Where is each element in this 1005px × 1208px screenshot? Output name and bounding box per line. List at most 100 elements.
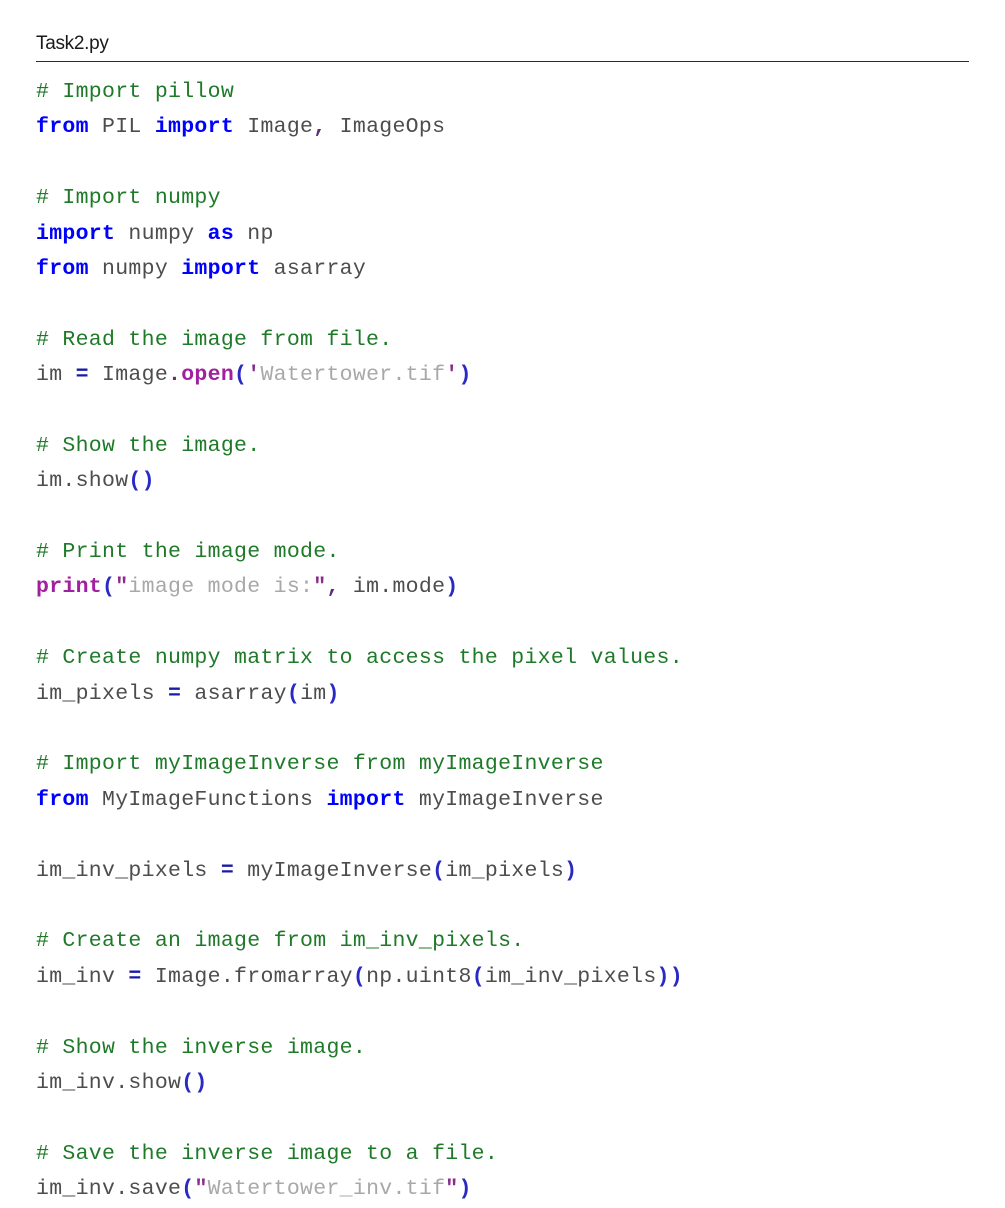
code-token-plain: im xyxy=(36,363,76,388)
code-token-comment: # Show the inverse image. xyxy=(36,1035,367,1060)
code-line: # Create an image from im_inv_pixels. xyxy=(36,924,996,959)
code-token-str: image mode is: xyxy=(128,575,314,600)
page-title: Task2.py xyxy=(36,33,109,54)
code-token-kw: from xyxy=(36,115,89,140)
code-token-kw: as xyxy=(207,221,235,246)
code-line: # Import myImageInverse from myImageInve… xyxy=(36,747,996,782)
code-token-plain: MyImageFunctions xyxy=(88,787,327,812)
code-listing-page: Task2.py # Import pillow from PIL import … xyxy=(0,0,1005,1208)
code-line: im.show() xyxy=(36,464,996,499)
code-token-punct: ( xyxy=(286,681,301,706)
code-token-plain: im_pixels xyxy=(445,858,565,883)
code-line: print("image mode is:", im.mode) xyxy=(36,570,996,605)
code-token-plain: np xyxy=(234,221,274,246)
code-token-plain: PIL xyxy=(88,115,155,140)
code-token-kw: import xyxy=(181,256,261,281)
code-line: # Read the image from file. xyxy=(36,323,996,358)
code-token-punct: ( xyxy=(352,964,367,989)
code-token-str: Watertower_inv.tif xyxy=(207,1177,446,1202)
code-token-punct: ( xyxy=(234,363,248,388)
code-token-plain: im_inv_pixels xyxy=(484,964,657,989)
code-line: im_inv_pixels = myImageInverse(im_pixels… xyxy=(36,854,996,889)
code-token-plain: Image xyxy=(234,115,314,140)
code-token-plain: im_inv xyxy=(36,964,129,989)
code-token-plain: numpy xyxy=(88,256,182,281)
code-token-quote2: , xyxy=(326,575,340,600)
code-token-op: = xyxy=(128,964,142,989)
code-line: from numpy import asarray xyxy=(36,252,996,287)
code-token-punct: )) xyxy=(656,964,683,989)
code-token-quote: ' xyxy=(445,363,459,388)
code-token-plain: Image.fromarray xyxy=(141,964,353,989)
title-divider xyxy=(36,61,969,62)
code-token-kw: from xyxy=(36,256,89,281)
code-token-plain: myImageInverse xyxy=(405,787,604,812)
code-token-comment: # Print the image mode. xyxy=(36,540,340,565)
code-token-dot: . xyxy=(168,363,182,388)
code-line: # Show the image. xyxy=(36,429,996,464)
code-token-plain: myImageInverse xyxy=(234,858,433,883)
code-line: from PIL import Image, ImageOps xyxy=(36,110,996,145)
code-line: im = Image.open('Watertower.tif') xyxy=(36,358,996,393)
code-token-builtin: open xyxy=(181,363,235,388)
code-token-plain: im xyxy=(300,681,327,706)
code-token-comment: # Show the image. xyxy=(36,433,261,458)
code-token-builtin: print xyxy=(36,575,103,600)
code-token-kw: import xyxy=(326,787,406,812)
code-token-plain: numpy xyxy=(115,221,208,246)
code-token-punct: ( xyxy=(181,1177,195,1202)
code-line: from MyImageFunctions import myImageInve… xyxy=(36,783,996,818)
code-token-plain: im_inv.save xyxy=(36,1177,182,1202)
code-line: im_inv.show() xyxy=(36,1066,996,1101)
code-token-punct: () xyxy=(181,1070,208,1095)
code-token-comment: # Import myImageInverse from myImageInve… xyxy=(36,752,604,777)
code-token-punct: ( xyxy=(471,964,485,989)
code-token-kw: import xyxy=(154,115,235,140)
code-token-punct: ) xyxy=(458,1177,472,1202)
code-token-punct: ( xyxy=(432,858,446,883)
code-token-op: = xyxy=(168,681,182,706)
code-token-punct: ) xyxy=(326,681,340,706)
code-line: # Import numpy xyxy=(36,181,996,216)
code-token-op: = xyxy=(220,858,235,883)
code-token-plain: im_inv.show xyxy=(36,1070,182,1095)
code-token-punct: ( xyxy=(102,575,116,600)
code-token-punct: ) xyxy=(564,858,578,883)
code-token-plain: asarray xyxy=(181,681,287,706)
code-token-plain: np.uint8 xyxy=(366,964,472,989)
code-line: im_inv = Image.fromarray(np.uint8(im_inv… xyxy=(36,960,996,995)
code-block[interactable]: # Import pillow from PIL import Image, Im… xyxy=(36,75,996,1208)
code-token-plain: im_pixels xyxy=(36,681,169,706)
code-line: # Import pillow xyxy=(36,75,996,110)
code-token-comment: # Read the image from file. xyxy=(36,327,393,352)
code-token-str: Watertower.tif xyxy=(260,363,446,388)
code-token-quote: " xyxy=(313,575,327,600)
code-line: import numpy as np xyxy=(36,217,996,252)
code-line: # Save the inverse image to a file. xyxy=(36,1137,996,1172)
code-token-comment: # Import numpy xyxy=(36,186,221,211)
code-token-quote: " xyxy=(115,575,129,600)
code-token-plain: im.show xyxy=(36,469,129,494)
code-token-quote2: , xyxy=(313,115,327,140)
document-header: Task2.py xyxy=(36,32,969,62)
code-line: # Create numpy matrix to access the pixe… xyxy=(36,641,996,676)
code-token-punct: ) xyxy=(445,575,459,600)
code-token-kw: from xyxy=(36,787,89,812)
code-token-kw: import xyxy=(36,221,116,246)
code-token-quote: " xyxy=(445,1177,459,1202)
code-line: im_inv.save("Watertower_inv.tif") xyxy=(36,1172,996,1207)
code-token-plain: asarray xyxy=(260,256,367,281)
code-token-comment: # Import pillow xyxy=(36,80,235,104)
code-token-plain: Image xyxy=(88,363,169,388)
code-line: # Print the image mode. xyxy=(36,535,996,570)
code-token-punct: ) xyxy=(458,363,472,388)
